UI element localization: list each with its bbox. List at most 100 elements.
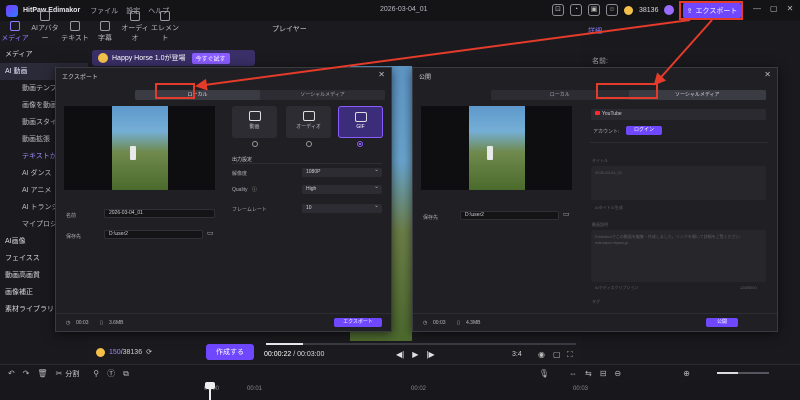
refresh-icon[interactable]: ⟳ bbox=[146, 348, 152, 356]
prev-frame-icon[interactable]: ◀| bbox=[396, 350, 404, 359]
maximize-icon[interactable]: ▢ bbox=[770, 4, 778, 13]
account-label: アカウント: bbox=[593, 129, 620, 135]
element-icon bbox=[160, 11, 170, 21]
title-value: 2026-03-04_01 bbox=[595, 170, 623, 175]
player-header: プレイヤー bbox=[272, 26, 307, 33]
redo-icon[interactable]: ↷ bbox=[23, 369, 30, 378]
fullscreen-icon[interactable]: ⛶ bbox=[567, 350, 573, 360]
info-icon[interactable]: ⓘ bbox=[252, 186, 257, 193]
export-confirm-button[interactable]: エクスポート bbox=[334, 318, 382, 327]
gift-icon[interactable]: ▣ bbox=[588, 4, 600, 16]
tab-subtitle[interactable]: 字幕 bbox=[90, 21, 120, 43]
feedback-icon[interactable]: ◔ bbox=[570, 4, 582, 16]
menu-file[interactable]: ファイル bbox=[90, 6, 118, 16]
close-icon[interactable]: ✕ bbox=[787, 4, 794, 13]
minimize-icon[interactable]: — bbox=[753, 4, 761, 13]
ai-description-button[interactable]: AIでディスクリプション bbox=[595, 285, 639, 291]
tab-label: 字幕 bbox=[98, 35, 112, 42]
dialog-title: エクスポート bbox=[62, 75, 98, 81]
dialog-title: 公開 bbox=[419, 75, 432, 81]
name-field[interactable]: 2026-03-04_01 bbox=[104, 209, 215, 218]
tab-details[interactable]: 詳細 bbox=[588, 26, 602, 36]
timeline-ruler[interactable]: 00:00 00:01 00:02 00:03 bbox=[0, 382, 800, 400]
progress-bar[interactable] bbox=[266, 343, 576, 345]
tab-local[interactable]: ローカル bbox=[135, 90, 260, 100]
link-icon[interactable]: ⇔ bbox=[569, 369, 577, 378]
avatar-icon[interactable]: ☺ bbox=[606, 4, 618, 16]
framerate-select[interactable]: 10 bbox=[302, 202, 382, 213]
video-format-icon bbox=[248, 111, 261, 121]
fit-icon[interactable]: ⊟ bbox=[600, 369, 607, 378]
save-path-field[interactable]: D:\user2 bbox=[460, 211, 559, 220]
platform-youtube[interactable]: YouTube bbox=[591, 109, 766, 120]
tab-media[interactable]: メディア bbox=[0, 21, 30, 43]
close-icon[interactable]: ✕ bbox=[378, 70, 385, 79]
publish-button[interactable]: 公開 bbox=[706, 318, 738, 327]
delete-icon[interactable]: 🗑 bbox=[37, 369, 47, 378]
cart-icon[interactable]: ⊡ bbox=[552, 4, 564, 16]
tab-element[interactable]: エレメント bbox=[150, 11, 180, 43]
mic-icon[interactable]: 🎙 bbox=[539, 369, 549, 378]
sidebar-item-media[interactable]: メディア bbox=[0, 46, 88, 63]
credits-used: 150 bbox=[109, 348, 121, 356]
create-button[interactable]: 作成する bbox=[206, 344, 254, 360]
radio-audio[interactable] bbox=[306, 141, 312, 147]
zoom-slider[interactable] bbox=[717, 372, 769, 374]
title-field-label: タイトル bbox=[592, 158, 608, 163]
camera-icon[interactable]: ◉ bbox=[538, 350, 545, 359]
format-video[interactable]: 動画 bbox=[232, 106, 277, 138]
banner-text: Happy Horse 1.0が登場 bbox=[112, 55, 186, 62]
format-gif[interactable]: GIF bbox=[338, 106, 383, 138]
media-icon bbox=[10, 21, 20, 31]
aspect-ratio[interactable]: 3:4 bbox=[512, 351, 522, 358]
avatar-tool-icon bbox=[40, 11, 50, 21]
name-label: 名前: bbox=[592, 58, 608, 65]
split-label[interactable]: 分割 bbox=[65, 369, 79, 379]
zoom-in-icon[interactable]: ⊕ bbox=[683, 369, 690, 378]
quality-select[interactable]: High bbox=[302, 183, 382, 194]
folder-icon[interactable]: ▭ bbox=[207, 229, 214, 237]
description-label: 動画説明 bbox=[592, 222, 608, 227]
tab-ai-avatar[interactable]: AIアバター bbox=[30, 11, 60, 43]
tab-audio[interactable]: オーディオ bbox=[120, 11, 150, 43]
zoom-out-icon[interactable]: ⊖ bbox=[614, 369, 621, 378]
resolution-select[interactable]: 1080P bbox=[302, 166, 382, 177]
tick-label: 00:03 bbox=[573, 386, 589, 392]
format-label: GIF bbox=[356, 124, 365, 130]
detach-icon[interactable]: ⇆ bbox=[585, 369, 592, 378]
annotation-box-export bbox=[679, 1, 743, 20]
tab-social[interactable]: ソーシャルメディア bbox=[260, 90, 385, 100]
tab-text[interactable]: テキスト bbox=[60, 21, 90, 43]
close-icon[interactable]: ✕ bbox=[764, 70, 771, 79]
tab-label: AIアバター bbox=[31, 25, 59, 42]
marker-icon[interactable]: ⚲ bbox=[93, 369, 99, 378]
window-controls: — ▢ ✕ bbox=[753, 4, 793, 13]
radio-gif[interactable] bbox=[357, 141, 363, 147]
play-icon[interactable]: ▶ bbox=[412, 350, 418, 359]
login-button[interactable]: ログイン bbox=[626, 126, 662, 135]
time-readout: 00:00:22 / 00:03:00 bbox=[264, 351, 324, 358]
folder-icon[interactable]: ▭ bbox=[563, 210, 570, 218]
try-now-button[interactable]: 今すぐ試す bbox=[191, 52, 230, 64]
crop-icon[interactable]: ▢ bbox=[553, 350, 561, 359]
progress-fill bbox=[266, 343, 304, 345]
format-label: オーディオ bbox=[296, 124, 321, 130]
undo-icon[interactable]: ↶ bbox=[8, 369, 15, 378]
file-icon: ▯ bbox=[100, 320, 103, 326]
save-path-field[interactable]: D:\user2 bbox=[104, 230, 203, 239]
resolution-label: 解像度 bbox=[232, 171, 248, 177]
format-audio[interactable]: オーディオ bbox=[286, 106, 331, 138]
credit-count: 38136 bbox=[639, 6, 659, 14]
next-frame-icon[interactable]: |▶ bbox=[426, 350, 434, 359]
preview-image bbox=[111, 106, 168, 190]
split-icon[interactable]: ✂ bbox=[56, 369, 63, 378]
text-tool-icon[interactable]: Ⓣ bbox=[107, 368, 115, 379]
radio-video[interactable] bbox=[252, 141, 258, 147]
ai-title-button[interactable]: AIタイトル生成 bbox=[595, 205, 623, 211]
promo-banner[interactable]: Happy Horse 1.0が登場 今すぐ試す bbox=[92, 50, 255, 66]
annotation-box-social bbox=[596, 83, 658, 99]
playhead[interactable] bbox=[209, 383, 211, 400]
snapshot-icon[interactable]: ⧉ bbox=[123, 369, 129, 379]
vip-icon[interactable] bbox=[664, 5, 675, 15]
tab-label: エレメント bbox=[151, 25, 179, 42]
